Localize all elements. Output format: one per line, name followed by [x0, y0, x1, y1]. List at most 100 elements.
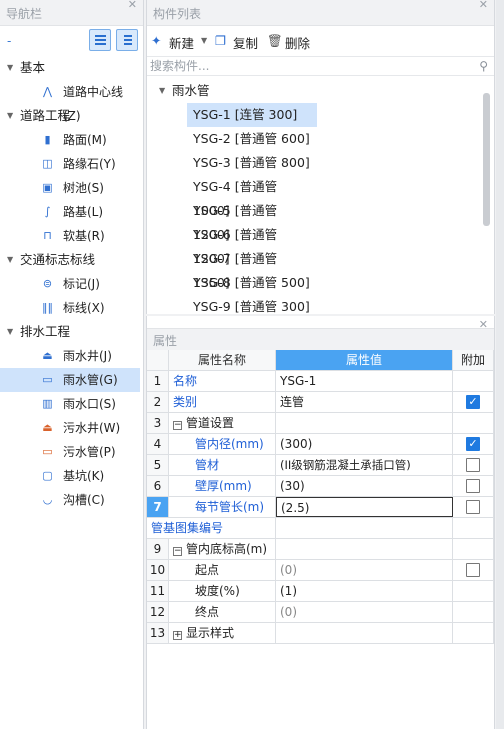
sewage-well-icon: ⏏	[42, 421, 53, 434]
table-row[interactable]: 10 起点 (0)	[147, 560, 494, 581]
nav-group-basic[interactable]: ▼ 基本	[0, 56, 143, 80]
nav-item-subgrade[interactable]: ∫ 路基(L)	[0, 200, 140, 224]
property-grid: 属性名称 属性值 附加 1 名称 YSG-1 2 类别 连管 ✓ 3− 管道设置 4 管内径(mm…	[147, 350, 494, 644]
list-item[interactable]: YSG-3 [普通管 800]	[187, 151, 317, 175]
table-row[interactable]: 管基图集编号	[147, 518, 494, 539]
nav-item-tree-pit[interactable]: ▣ 树池(S)	[0, 176, 140, 200]
nav-item-curb[interactable]: ◫ 路缘石(Y)	[0, 152, 140, 176]
table-row[interactable]: 4 管内径(mm) (300) ✓	[147, 434, 494, 455]
trench-icon: ◡	[42, 493, 53, 506]
list-item[interactable]: YSG-2 [普通管 600]	[187, 127, 317, 151]
table-row[interactable]: 6 壁厚(mm) (30)	[147, 476, 494, 497]
rain-pipe-icon: ▭	[42, 373, 53, 386]
table-row[interactable]: 9− 管内底标高(m)	[147, 539, 494, 560]
marking-icon: ⊜	[42, 277, 53, 290]
name-header: 属性名称	[169, 350, 276, 370]
nav-group-drainage[interactable]: ▼ 排水工程	[0, 320, 143, 344]
new-button[interactable]: 新建	[169, 33, 194, 52]
foundation-pit-icon: ▢	[42, 469, 53, 482]
grid-header: 属性名称 属性值 附加	[147, 350, 494, 371]
nav-group-traffic[interactable]: ▼ 交通标志标线	[0, 248, 143, 272]
list-toolbar: ✦ 新建 ▼ ❐ 复制 🗑 删除	[147, 26, 494, 56]
value-header: 属性值	[276, 350, 453, 370]
subgrade-icon: ∫	[44, 205, 51, 218]
nav-item-sewage-pipe[interactable]: ▭ 污水管(P)	[0, 440, 140, 464]
new-icon[interactable]: ✦	[151, 33, 161, 48]
list-view-icon[interactable]	[89, 29, 111, 51]
list-item[interactable]: YSG-7 [普通管 1350]	[187, 247, 317, 290]
list-item[interactable]: YSG-4 [普通管 1000]	[187, 175, 317, 218]
dropdown-icon[interactable]: ▼	[201, 36, 207, 45]
nav-item-rain-well[interactable]: ⏏ 雨水井(J)	[0, 344, 140, 368]
list-item[interactable]: YSG-8 [普通管 500]	[187, 271, 317, 295]
rain-inlet-icon: ▥	[42, 397, 53, 410]
nav-toolbar: -	[0, 26, 143, 56]
caret-down-icon[interactable]: ▼	[7, 104, 13, 128]
checkbox-checked[interactable]: ✓	[466, 437, 480, 451]
nav-item-line-marking[interactable]: ‖‖ 标线(X)	[0, 296, 140, 320]
nav-item-marking[interactable]: ⊜ 标记(J)	[0, 272, 140, 296]
delete-button[interactable]: 删除	[285, 33, 310, 52]
table-row[interactable]: 13 + 显示样式	[147, 623, 494, 644]
checkbox[interactable]	[466, 458, 480, 472]
caret-down-icon[interactable]: ▼	[159, 79, 165, 103]
search-input[interactable]: 搜索构件... ⚲	[147, 56, 494, 76]
nav-item-rain-inlet[interactable]: ▥ 雨水口(S)	[0, 392, 140, 416]
list-title: 构件列表 ✕	[147, 0, 494, 26]
caret-down-icon[interactable]: ▼	[7, 320, 13, 344]
road-centerline-icon: ⋀	[42, 85, 53, 98]
caret-down-icon[interactable]: ▼	[7, 56, 13, 80]
extra-header: 附加	[453, 350, 494, 370]
table-row[interactable]: 11 坡度(%) (1)	[147, 581, 494, 602]
props-title: 属性	[147, 328, 494, 352]
checkbox[interactable]	[466, 563, 480, 577]
nav-item-rain-pipe[interactable]: ▭ 雨水管(G)	[0, 368, 140, 392]
checkbox[interactable]	[466, 479, 480, 493]
tree-root[interactable]: ▼ 雨水管	[147, 79, 494, 103]
curb-icon: ◫	[42, 157, 53, 170]
table-row[interactable]: 3− 管道设置	[147, 413, 494, 434]
tree-pit-icon: ▣	[42, 181, 53, 194]
component-list-panel: 构件列表 ✕ ✦ 新建 ▼ ❐ 复制 🗑 删除 搜索构件... ⚲ ▼ 雨水管 YSG…	[146, 0, 495, 314]
detail-view-icon[interactable]	[116, 29, 138, 51]
close-icon[interactable]: ✕	[128, 0, 137, 19]
list-item[interactable]: YSG-5 [普通管 1200]	[187, 199, 317, 242]
nav-item-road-centerline[interactable]: ⋀ 道路中心线(Z)	[0, 80, 140, 123]
copy-icon[interactable]: ❐	[215, 33, 226, 48]
right-edge-panel	[496, 0, 504, 729]
line-marking-icon: ‖‖	[42, 301, 53, 314]
properties-panel: ✕ 属性 属性名称 属性值 附加 1 名称 YSG-1 2 类别 连管 ✓ 3− 管道设置 4管…	[146, 316, 495, 729]
nav-title: 导航栏 ✕	[0, 0, 143, 26]
collapse-icon[interactable]: -	[7, 34, 11, 48]
table-row[interactable]: 1 名称 YSG-1	[147, 371, 494, 392]
nav-item-trench[interactable]: ◡ 沟槽(C)	[0, 488, 140, 512]
collapse-icon[interactable]: −	[173, 421, 182, 430]
pavement-icon: ▮	[44, 133, 51, 146]
collapse-icon[interactable]: −	[173, 547, 182, 556]
expand-icon[interactable]: +	[173, 631, 182, 640]
copy-button[interactable]: 复制	[233, 33, 258, 52]
value-edit-field[interactable]: (2.5)	[276, 497, 453, 517]
checkbox-checked[interactable]: ✓	[466, 395, 480, 409]
checkbox[interactable]	[466, 500, 480, 514]
table-row-active[interactable]: 7 每节管长(m) (2.5)	[147, 497, 494, 518]
table-row[interactable]: 2 类别 连管 ✓	[147, 392, 494, 413]
close-icon[interactable]: ✕	[479, 0, 488, 19]
component-tree: ▼ 雨水管 YSG-1 [连管 300] YSG-2 [普通管 600] YSG-…	[147, 79, 494, 319]
caret-down-icon[interactable]: ▼	[7, 248, 13, 272]
list-item[interactable]: YSG-1 [连管 300]	[187, 103, 317, 127]
nav-item-pavement[interactable]: ▮ 路面(M)	[0, 128, 140, 152]
table-row[interactable]: 12 终点 (0)	[147, 602, 494, 623]
rain-well-icon: ⏏	[42, 349, 53, 362]
soft-foundation-icon: ⊓	[43, 229, 52, 242]
nav-item-sewage-well[interactable]: ⏏ 污水井(W)	[0, 416, 140, 440]
delete-icon[interactable]: 🗑	[267, 33, 283, 49]
list-item[interactable]: YSG-6 [普通管 1200]	[187, 223, 317, 266]
scrollbar[interactable]	[483, 93, 490, 226]
nav-item-foundation-pit[interactable]: ▢ 基坑(K)	[0, 464, 140, 488]
nav-item-soft-foundation[interactable]: ⊓ 软基(R)	[0, 224, 140, 248]
index-header	[147, 350, 169, 370]
table-row[interactable]: 5 管材 (II级钢筋混凝土承插口管)	[147, 455, 494, 476]
nav-group-road[interactable]: ▼ 道路工程	[0, 104, 143, 128]
search-icon[interactable]: ⚲	[479, 57, 488, 75]
